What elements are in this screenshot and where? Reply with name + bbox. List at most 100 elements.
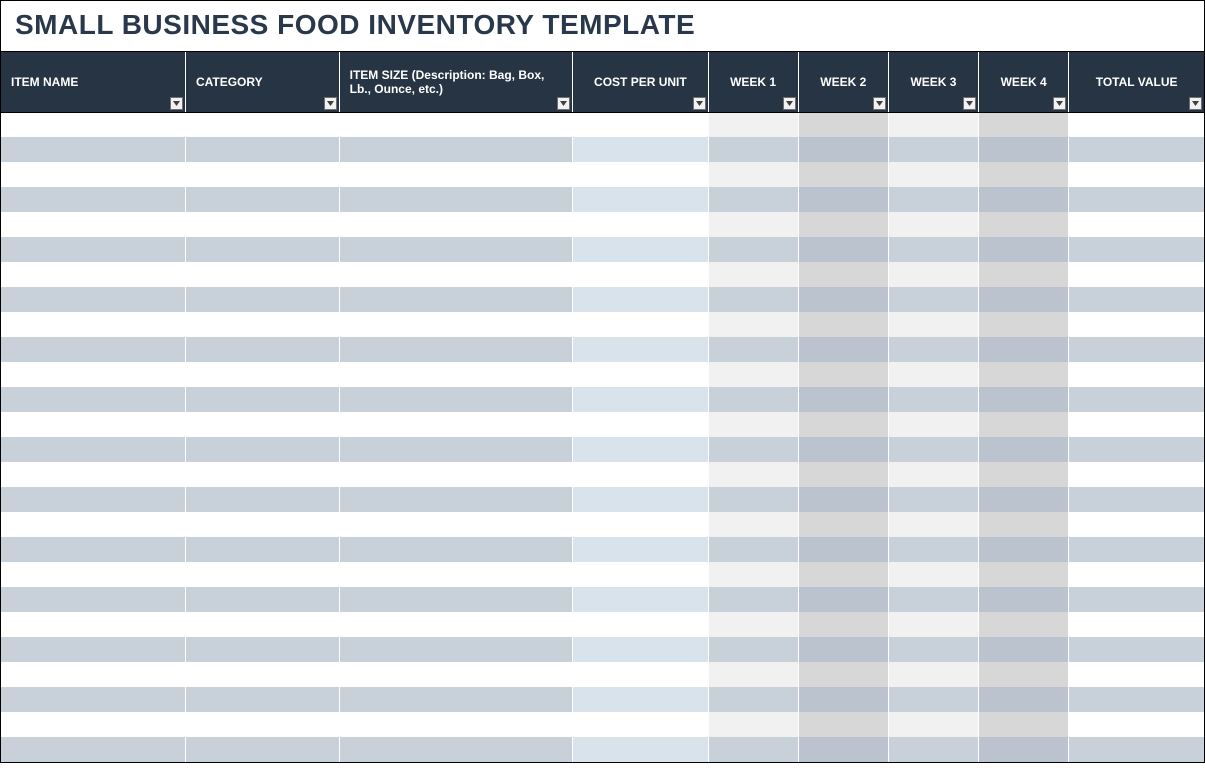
cell-week4[interactable] — [979, 712, 1069, 737]
cell-category[interactable] — [185, 537, 339, 562]
cell-week1[interactable] — [708, 312, 798, 337]
cell-week2[interactable] — [798, 262, 888, 287]
cell-item-name[interactable] — [1, 412, 185, 437]
cell-week2[interactable] — [798, 162, 888, 187]
cell-week3[interactable] — [888, 587, 978, 612]
cell-week1[interactable] — [708, 237, 798, 262]
cell-total-value[interactable] — [1069, 737, 1204, 762]
cell-week2[interactable] — [798, 512, 888, 537]
cell-category[interactable] — [185, 162, 339, 187]
cell-item-name[interactable] — [1, 587, 185, 612]
cell-week1[interactable] — [708, 737, 798, 762]
cell-week3[interactable] — [888, 212, 978, 237]
cell-item-size[interactable] — [339, 312, 573, 337]
cell-item-size[interactable] — [339, 662, 573, 687]
cell-week1[interactable] — [708, 662, 798, 687]
cell-cost-per-unit[interactable] — [573, 662, 708, 687]
cell-category[interactable] — [185, 212, 339, 237]
cell-week1[interactable] — [708, 287, 798, 312]
col-header-week1[interactable]: WEEK 1 — [708, 52, 798, 112]
cell-item-size[interactable] — [339, 337, 573, 362]
cell-week3[interactable] — [888, 487, 978, 512]
cell-week4[interactable] — [979, 662, 1069, 687]
cell-cost-per-unit[interactable] — [573, 137, 708, 162]
cell-week1[interactable] — [708, 262, 798, 287]
col-header-item-size[interactable]: ITEM SIZE (Description: Bag, Box, Lb., O… — [339, 52, 573, 112]
cell-category[interactable] — [185, 112, 339, 137]
cell-item-size[interactable] — [339, 737, 573, 762]
cell-week2[interactable] — [798, 337, 888, 362]
cell-week4[interactable] — [979, 312, 1069, 337]
cell-cost-per-unit[interactable] — [573, 562, 708, 587]
cell-week4[interactable] — [979, 562, 1069, 587]
cell-week3[interactable] — [888, 237, 978, 262]
cell-total-value[interactable] — [1069, 362, 1204, 387]
cell-total-value[interactable] — [1069, 337, 1204, 362]
cell-week1[interactable] — [708, 387, 798, 412]
cell-total-value[interactable] — [1069, 462, 1204, 487]
cell-category[interactable] — [185, 337, 339, 362]
cell-week4[interactable] — [979, 112, 1069, 137]
cell-week3[interactable] — [888, 312, 978, 337]
cell-week1[interactable] — [708, 487, 798, 512]
cell-item-name[interactable] — [1, 237, 185, 262]
cell-week3[interactable] — [888, 387, 978, 412]
cell-category[interactable] — [185, 687, 339, 712]
filter-dropdown-icon[interactable] — [557, 97, 570, 110]
cell-total-value[interactable] — [1069, 612, 1204, 637]
cell-category[interactable] — [185, 187, 339, 212]
cell-week2[interactable] — [798, 612, 888, 637]
cell-item-name[interactable] — [1, 362, 185, 387]
cell-week3[interactable] — [888, 412, 978, 437]
cell-cost-per-unit[interactable] — [573, 637, 708, 662]
col-header-category[interactable]: CATEGORY — [185, 52, 339, 112]
cell-week2[interactable] — [798, 137, 888, 162]
cell-week3[interactable] — [888, 187, 978, 212]
cell-cost-per-unit[interactable] — [573, 512, 708, 537]
cell-item-name[interactable] — [1, 712, 185, 737]
cell-item-size[interactable] — [339, 262, 573, 287]
cell-week1[interactable] — [708, 612, 798, 637]
cell-week1[interactable] — [708, 212, 798, 237]
cell-cost-per-unit[interactable] — [573, 412, 708, 437]
cell-item-size[interactable] — [339, 637, 573, 662]
cell-cost-per-unit[interactable] — [573, 687, 708, 712]
cell-week2[interactable] — [798, 437, 888, 462]
cell-week1[interactable] — [708, 512, 798, 537]
cell-week3[interactable] — [888, 462, 978, 487]
cell-total-value[interactable] — [1069, 637, 1204, 662]
cell-cost-per-unit[interactable] — [573, 537, 708, 562]
cell-item-size[interactable] — [339, 237, 573, 262]
cell-week4[interactable] — [979, 487, 1069, 512]
cell-item-size[interactable] — [339, 362, 573, 387]
cell-week4[interactable] — [979, 587, 1069, 612]
cell-week2[interactable] — [798, 187, 888, 212]
col-header-week4[interactable]: WEEK 4 — [979, 52, 1069, 112]
cell-item-name[interactable] — [1, 187, 185, 212]
cell-week2[interactable] — [798, 712, 888, 737]
cell-item-name[interactable] — [1, 387, 185, 412]
cell-week4[interactable] — [979, 612, 1069, 637]
cell-item-size[interactable] — [339, 387, 573, 412]
cell-cost-per-unit[interactable] — [573, 187, 708, 212]
cell-item-size[interactable] — [339, 612, 573, 637]
cell-week4[interactable] — [979, 437, 1069, 462]
cell-total-value[interactable] — [1069, 187, 1204, 212]
cell-total-value[interactable] — [1069, 712, 1204, 737]
filter-dropdown-icon[interactable] — [693, 97, 706, 110]
cell-item-name[interactable] — [1, 337, 185, 362]
cell-week4[interactable] — [979, 387, 1069, 412]
cell-item-size[interactable] — [339, 487, 573, 512]
cell-week1[interactable] — [708, 162, 798, 187]
cell-item-name[interactable] — [1, 662, 185, 687]
cell-week2[interactable] — [798, 587, 888, 612]
cell-week3[interactable] — [888, 562, 978, 587]
cell-total-value[interactable] — [1069, 387, 1204, 412]
cell-week4[interactable] — [979, 287, 1069, 312]
cell-category[interactable] — [185, 262, 339, 287]
cell-item-name[interactable] — [1, 112, 185, 137]
cell-cost-per-unit[interactable] — [573, 162, 708, 187]
cell-week1[interactable] — [708, 712, 798, 737]
cell-total-value[interactable] — [1069, 412, 1204, 437]
cell-week2[interactable] — [798, 637, 888, 662]
